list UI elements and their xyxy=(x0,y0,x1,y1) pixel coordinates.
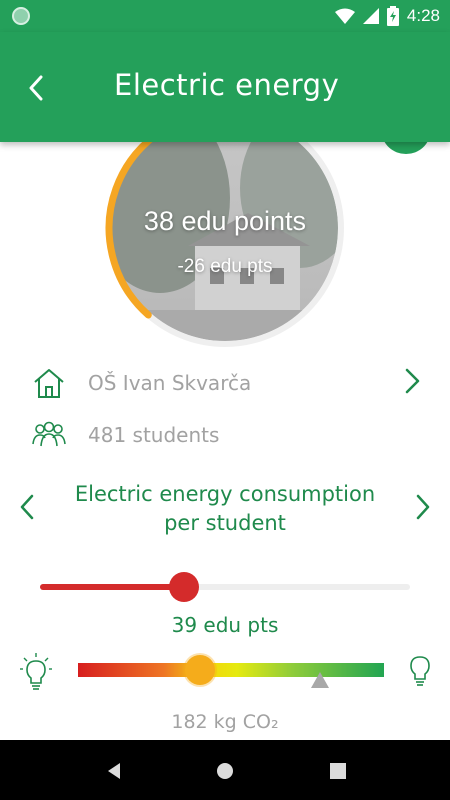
consumption-scale xyxy=(78,663,384,677)
chevron-left-icon xyxy=(29,75,43,101)
nav-back-icon[interactable] xyxy=(103,760,125,782)
home-icon xyxy=(34,369,64,398)
points-slider-fill xyxy=(40,584,185,590)
battery-icon xyxy=(386,6,399,26)
signal-icon xyxy=(362,8,379,24)
consumption-scale-thumb[interactable] xyxy=(185,655,216,685)
metric-title-line-2: per student xyxy=(164,511,286,535)
nav-home-icon[interactable] xyxy=(214,760,236,782)
metric-title: Electric energy consumption per student xyxy=(50,480,400,538)
nav-recents-icon[interactable] xyxy=(327,760,349,782)
school-name: OŠ Ivan Skvarča xyxy=(88,371,252,395)
status-time: 4:28 xyxy=(406,6,440,25)
status-icons: 4:28 xyxy=(334,5,440,27)
previous-metric-button[interactable] xyxy=(12,490,42,524)
target-marker xyxy=(310,672,329,688)
points-ring: 38 edu points -26 edu pts xyxy=(100,118,350,358)
next-metric-button[interactable] xyxy=(408,490,438,524)
status-bar: 4:28 xyxy=(0,0,450,32)
points-slider-thumb[interactable] xyxy=(169,572,200,602)
app-bar: Electric energy xyxy=(0,32,450,142)
chevron-left-icon xyxy=(20,494,34,520)
notification-icon xyxy=(12,7,30,25)
students-row: 481 students xyxy=(0,414,450,454)
chevron-right-icon xyxy=(416,494,430,520)
page-title: Electric energy xyxy=(114,68,340,102)
school-row[interactable]: OŠ Ivan Skvarča xyxy=(0,362,450,402)
system-navigation-bar xyxy=(0,740,450,800)
points-ring-graphic xyxy=(105,118,344,347)
edu-points-value: 38 edu points xyxy=(143,206,307,236)
slider-value: 39 edu pts xyxy=(171,613,279,637)
metric-title-line-1: Electric energy consumption xyxy=(74,482,376,506)
points-slider-track[interactable] xyxy=(40,584,410,590)
lightbulb-on-icon xyxy=(20,653,52,690)
lightbulb-off-icon xyxy=(410,656,430,686)
edu-points-change: -26 edu pts xyxy=(177,256,273,277)
back-button[interactable] xyxy=(14,66,58,110)
student-count: 481 students xyxy=(88,423,220,447)
co2-value: 182 kg CO₂ xyxy=(171,711,279,733)
people-icon xyxy=(32,421,66,447)
wifi-icon xyxy=(334,8,355,24)
chevron-right-icon[interactable] xyxy=(400,366,424,396)
